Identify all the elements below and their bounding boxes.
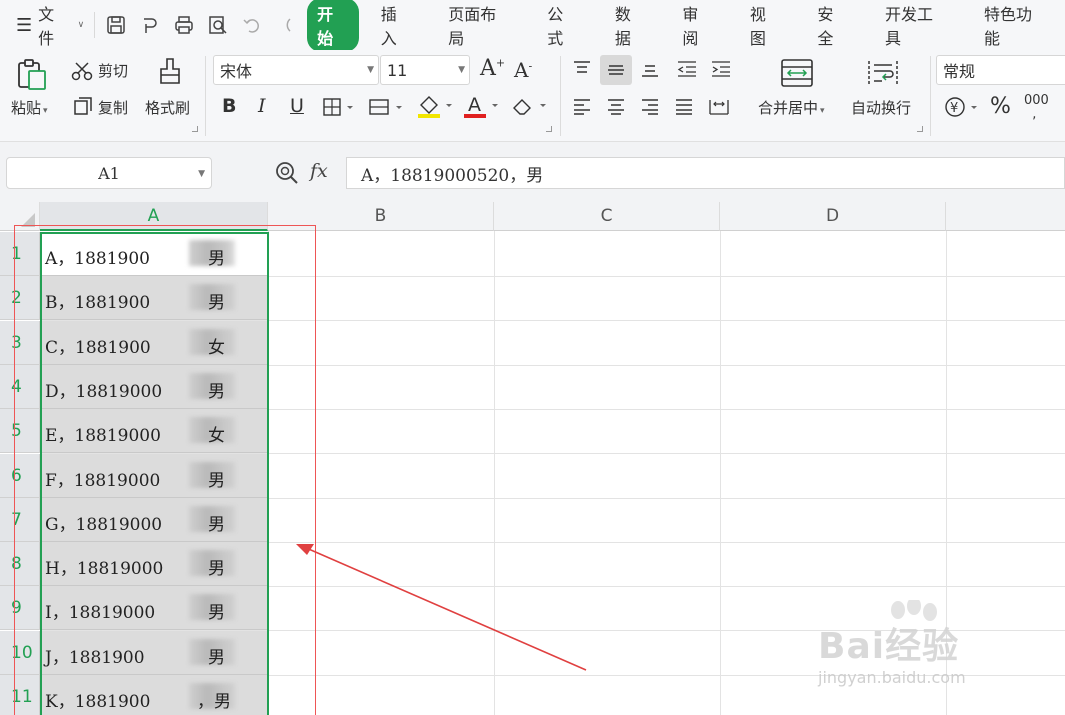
number-format-value: 常规 (943, 62, 976, 81)
align-top-icon[interactable] (570, 57, 594, 81)
chevron-down-icon: ▼ (367, 65, 374, 75)
scissors-icon[interactable] (70, 60, 94, 82)
align-center-icon[interactable] (604, 95, 628, 119)
file-menu[interactable]: ☰ 文件 ∨ (0, 1, 84, 49)
hamburger-icon: ☰ (16, 14, 33, 36)
cell-reference: A1 (98, 163, 120, 183)
print-icon[interactable] (173, 14, 195, 36)
merge-center-button[interactable]: 合并居中 ▾ (758, 97, 825, 118)
decrease-font-icon[interactable]: A- (514, 58, 532, 82)
font-name-select[interactable]: 宋体 ▼ (213, 55, 379, 85)
merge-center-icon[interactable] (778, 56, 816, 90)
tab-special-features[interactable]: 特色功能 (966, 1, 1065, 49)
font-color-icon[interactable]: A (462, 93, 502, 119)
ribbon: 粘贴 ▾ 剪切 复制 格式刷 宋体 ▼ 11 ▼ A+ A- B I U A 合… (0, 50, 1065, 142)
chevron-down-icon: ▾ (43, 106, 48, 116)
save-icon[interactable] (105, 14, 127, 36)
eraser-icon[interactable] (510, 94, 550, 118)
group-divider (560, 56, 561, 136)
font-size-value: 11 (387, 60, 408, 80)
merge-center-label: 合并居中 (758, 99, 819, 117)
cell-style-icon[interactable] (368, 96, 406, 118)
formula-bar: A1 ▼ fx A，18819000520，男 (0, 142, 1065, 202)
file-menu-label: 文件 (38, 5, 55, 48)
svg-text:¥: ¥ (950, 101, 958, 116)
cut-button[interactable]: 剪切 (98, 60, 128, 81)
ribbon-tabs: 开始 插入 页面布局 公式 数据 审阅 视图 安全 开发工具 特色功能 (307, 0, 1065, 52)
align-right-icon[interactable] (638, 95, 662, 119)
thousands-separator-button[interactable]: 000 , (1024, 94, 1049, 122)
formula-input[interactable]: A，18819000520，男 (346, 157, 1065, 189)
chevron-down-icon: ∨ (77, 20, 85, 30)
wrap-text-icon[interactable] (864, 56, 902, 90)
decrease-indent-icon[interactable] (674, 57, 700, 81)
percent-button[interactable]: % (990, 94, 1011, 119)
tab-data[interactable]: 数据 (597, 1, 665, 49)
underline-button[interactable]: U (290, 95, 304, 117)
increase-indent-icon[interactable] (708, 57, 734, 81)
copy-button[interactable]: 复制 (98, 97, 128, 118)
bold-button[interactable]: B (222, 95, 236, 117)
tab-home[interactable]: 开始 (307, 0, 359, 52)
justify-icon[interactable] (672, 95, 696, 119)
currency-icon[interactable]: ¥ (944, 94, 982, 120)
svg-text:A: A (468, 94, 481, 116)
chevron-down-icon: ▾ (820, 106, 825, 116)
insert-function-button[interactable]: fx (310, 160, 328, 182)
thousands-label: 000 (1024, 93, 1049, 108)
dialog-launcher-icon[interactable] (546, 126, 552, 132)
distributed-align-icon[interactable] (706, 95, 732, 119)
dialog-launcher-icon[interactable] (917, 126, 923, 132)
name-box[interactable]: A1 ▼ (6, 157, 212, 189)
undo-icon[interactable] (241, 14, 263, 36)
watermark-brand: Bai经验 (818, 626, 960, 667)
tab-insert[interactable]: 插入 (363, 1, 431, 49)
increase-font-icon[interactable]: A+ (480, 56, 505, 81)
watermark-url: jingyan.baidu.com (818, 668, 966, 687)
redo-icon[interactable] (275, 14, 297, 36)
tab-view[interactable]: 视图 (732, 1, 800, 49)
print-preview-icon[interactable] (207, 14, 229, 36)
wrap-text-button[interactable]: 自动换行 (851, 97, 911, 118)
tab-security[interactable]: 安全 (799, 1, 867, 49)
format-painter-button[interactable]: 格式刷 (145, 97, 190, 118)
menu-bar: ☰ 文件 ∨ 开始 插入 页面布局 公式 数据 审阅 视图 安全 开发工具 特色… (0, 0, 1065, 52)
copy-icon[interactable] (72, 95, 94, 117)
zoom-search-icon[interactable] (274, 160, 300, 186)
tab-review[interactable]: 审阅 (664, 1, 732, 49)
number-format-select[interactable]: 常规 (936, 55, 1065, 85)
dialog-launcher-icon[interactable] (192, 126, 198, 132)
align-bottom-icon[interactable] (638, 57, 662, 81)
borders-icon[interactable] (322, 96, 356, 118)
tab-formulas[interactable]: 公式 (529, 1, 597, 49)
group-divider (930, 56, 931, 136)
font-size-select[interactable]: 11 ▼ (380, 55, 470, 85)
fill-color-icon[interactable] (416, 93, 456, 119)
paste-button[interactable]: 粘贴 ▾ (11, 97, 48, 118)
tab-page-layout[interactable]: 页面布局 (430, 1, 529, 49)
paste-label: 粘贴 (11, 99, 42, 117)
menu-divider (94, 12, 96, 38)
align-left-icon[interactable] (570, 95, 594, 119)
chevron-down-icon: ▼ (458, 65, 465, 75)
align-middle-icon[interactable] (600, 55, 632, 85)
formula-content: A，18819000520，男 (361, 165, 544, 186)
format-painter-icon[interactable] (154, 56, 186, 90)
group-divider (205, 56, 206, 136)
paste-icon[interactable] (14, 56, 50, 92)
italic-button[interactable]: I (258, 95, 266, 117)
export-icon[interactable] (139, 14, 161, 36)
font-name-value: 宋体 (220, 62, 253, 81)
tab-developer[interactable]: 开发工具 (867, 1, 966, 49)
chevron-down-icon: ▼ (198, 169, 205, 179)
